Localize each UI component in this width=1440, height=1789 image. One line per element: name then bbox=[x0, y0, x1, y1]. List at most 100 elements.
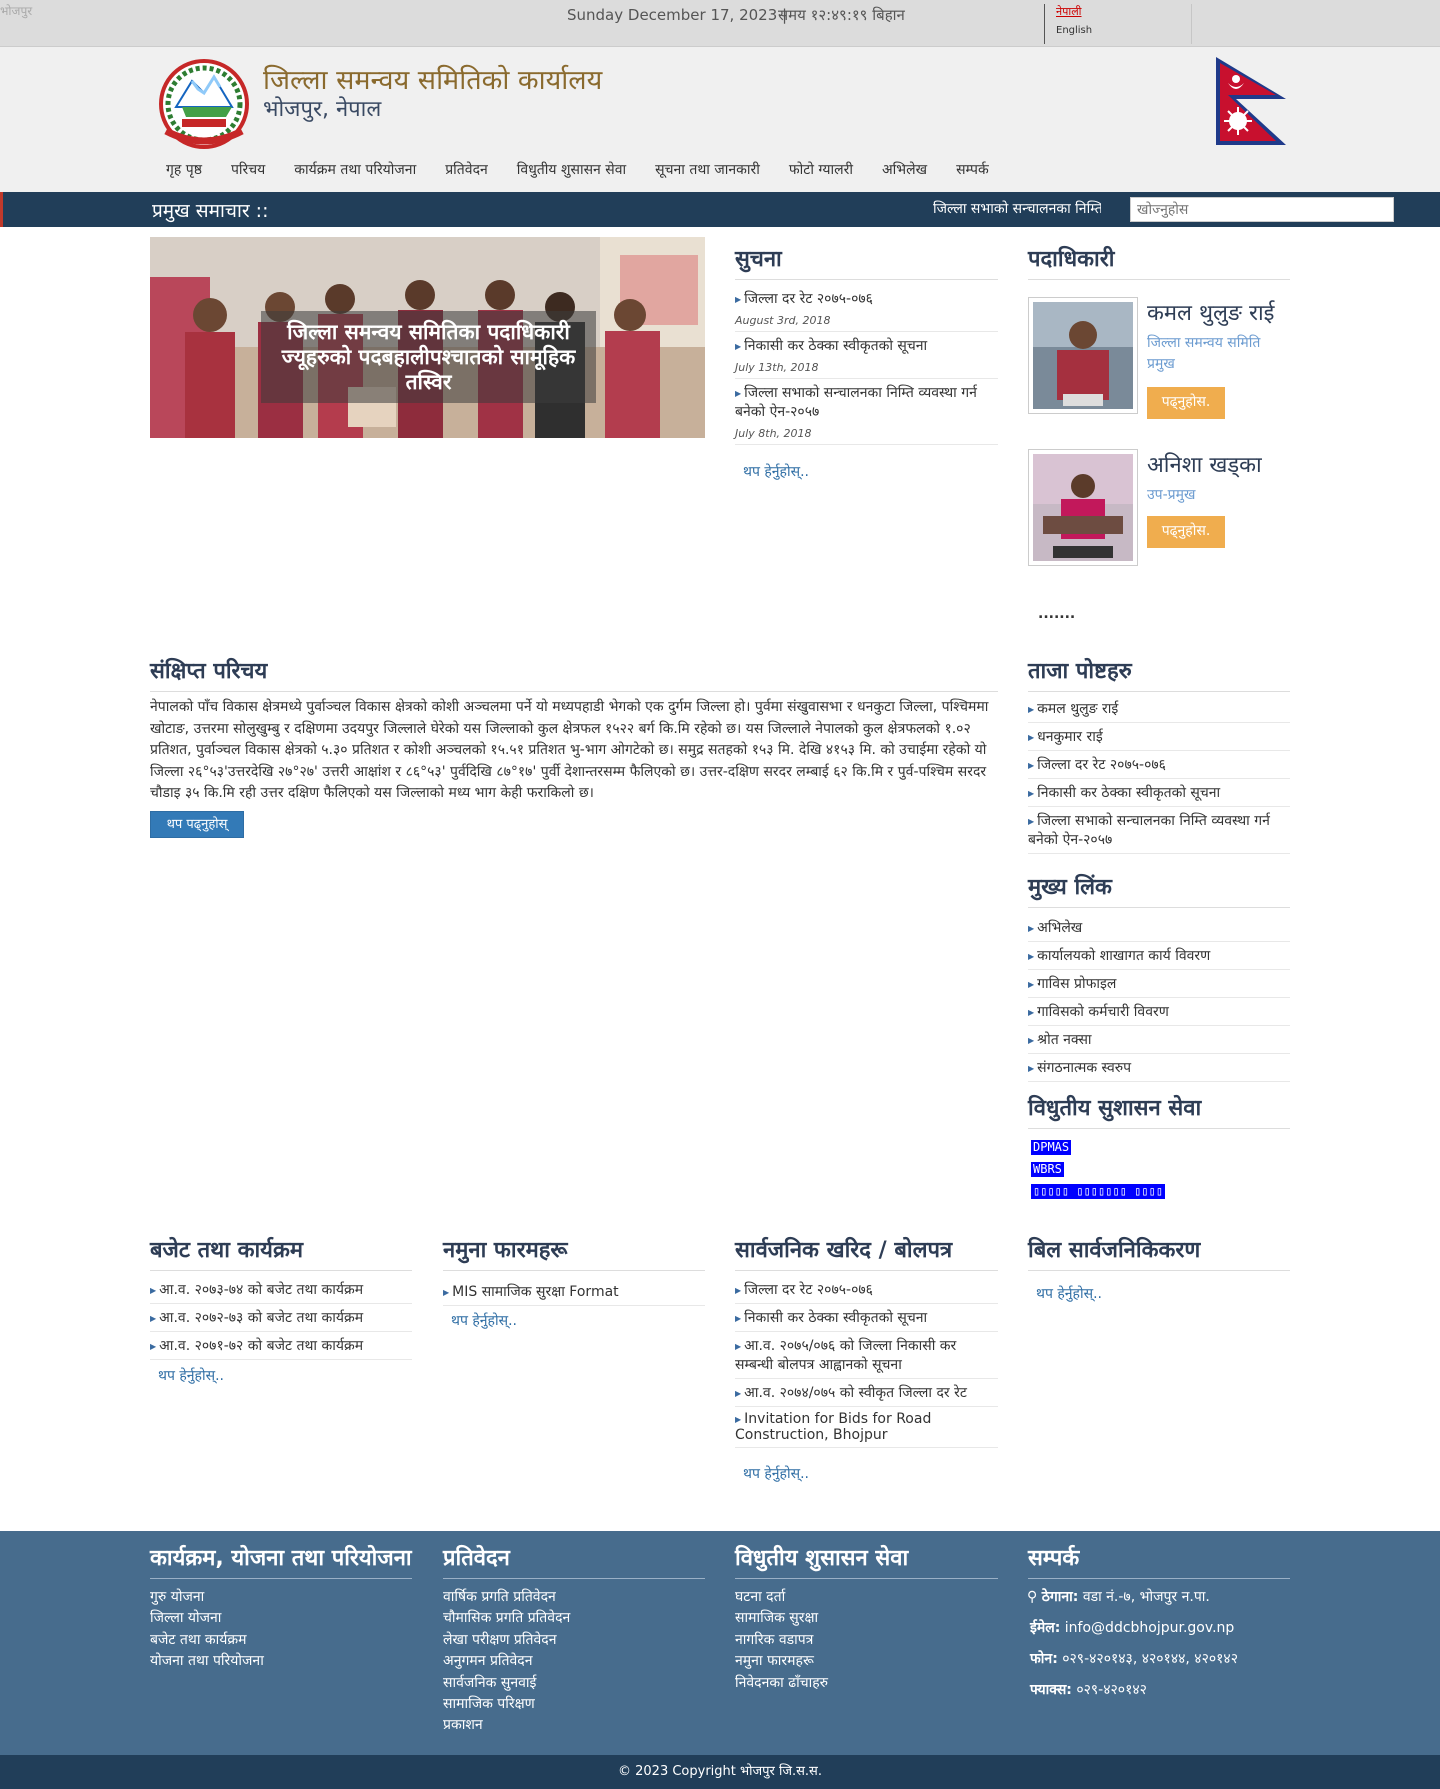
nav-item[interactable]: गृह पृष्ठ bbox=[152, 160, 217, 179]
bullet-icon: ▶ bbox=[1028, 732, 1035, 742]
list-item-link[interactable]: निकासी कर ठेक्का स्वीकृतको सूचना bbox=[1037, 785, 1220, 801]
lang-nepali-link[interactable]: नेपाली bbox=[1056, 4, 1191, 19]
lang-english-link[interactable]: English bbox=[1056, 25, 1191, 36]
footer-link[interactable]: जिल्ला योजना bbox=[150, 1608, 264, 1629]
footer-link[interactable]: सामाजिक परिक्षण bbox=[443, 1694, 570, 1715]
bullet-icon: ▶ bbox=[1028, 1035, 1035, 1045]
list-item[interactable]: ▶ निकासी कर ठेक्का स्वीकृतको सूचना July 13… bbox=[735, 332, 998, 379]
list-item-link[interactable]: अभिलेख bbox=[1037, 920, 1082, 936]
list-item[interactable]: ▶ गाविसको कर्मचारी विवरण bbox=[1028, 998, 1290, 1026]
list-item[interactable]: ▶ संगठनात्मक स्वरुप bbox=[1028, 1054, 1290, 1082]
list-item-link[interactable]: धनकुमार राई bbox=[1037, 729, 1103, 745]
notices-more-link[interactable]: थप हेर्नुहोस्.. bbox=[743, 462, 809, 481]
list-item-link[interactable]: जिल्ला दर रेट २०७५-०७६ bbox=[1037, 757, 1166, 773]
footer-link[interactable]: सार्वजनिक सुनवाई bbox=[443, 1673, 570, 1694]
nav-item[interactable]: अभिलेख bbox=[868, 160, 942, 179]
footer-link[interactable]: लेखा परीक्षण प्रतिवेदन bbox=[443, 1630, 570, 1651]
nav-item[interactable]: फोटो ग्यालरी bbox=[775, 160, 868, 179]
footer-link[interactable]: गुरु योजना bbox=[150, 1587, 264, 1608]
footer-link[interactable]: निवेदनका ढाँचाहरु bbox=[735, 1673, 828, 1694]
footer-link[interactable]: बजेट तथा कार्यक्रम bbox=[150, 1630, 264, 1651]
footer-link[interactable]: घटना दर्ता bbox=[735, 1587, 828, 1608]
list-item[interactable]: ▶ जिल्ला सभाको सन्चालनका निम्ति व्यवस्था … bbox=[735, 379, 998, 445]
official-read-button[interactable]: पढ्नुहोस. bbox=[1147, 387, 1225, 419]
official-photo[interactable] bbox=[1028, 297, 1138, 414]
list-item[interactable]: ▶ Invitation for Bids for Road Constructi… bbox=[735, 1407, 998, 1448]
official-name[interactable]: अनिशा खड्का bbox=[1147, 449, 1262, 479]
list-item-link[interactable]: आ.व. २०७३-७४ को बजेट तथा कार्यक्रम bbox=[159, 1282, 363, 1298]
list-item[interactable]: ▶ कार्यालयको शाखागत कार्य विवरण bbox=[1028, 942, 1290, 970]
list-item-link[interactable]: कमल थुलुङ राई bbox=[1037, 701, 1118, 717]
nav-item[interactable]: कार्यक्रम तथा परियोजना bbox=[280, 160, 431, 179]
list-item[interactable]: ▶ जिल्ला दर रेट २०७५-०७६ August 3rd, 2018 bbox=[735, 285, 998, 332]
nav-item[interactable]: प्रतिवेदन bbox=[431, 160, 503, 179]
list-item-link[interactable]: आ.व. २०७२-७३ को बजेट तथा कार्यक्रम bbox=[159, 1310, 363, 1326]
ticker-message[interactable]: जिल्ला सभाको सन्चालनका निम्ति व्यवस्था ग… bbox=[933, 199, 1101, 218]
list-item-link[interactable]: श्रोत नक्सा bbox=[1037, 1032, 1091, 1048]
budget-more-link[interactable]: थप हेर्नुहोस्.. bbox=[158, 1366, 224, 1385]
footer-link[interactable]: नमुना फारमहरू bbox=[735, 1651, 828, 1672]
egov-link-dpmas[interactable]: DPMAS bbox=[1031, 1140, 1072, 1155]
list-item[interactable]: ▶ धनकुमार राई bbox=[1028, 723, 1290, 751]
list-item[interactable]: ▶ MIS सामाजिक सुरक्षा Format bbox=[443, 1278, 705, 1306]
list-item[interactable]: ▶ अभिलेख bbox=[1028, 914, 1290, 942]
list-item-link[interactable]: कार्यालयको शाखागत कार्य विवरण bbox=[1037, 948, 1210, 964]
nav-item[interactable]: सूचना तथा जानकारी bbox=[641, 160, 775, 179]
official-read-button[interactable]: पढ्नुहोस. bbox=[1147, 516, 1225, 548]
egov-link-third[interactable]: ▯▯▯▯▯ ▯▯▯▯▯▯▯ ▯▯▯▯ bbox=[1031, 1184, 1166, 1199]
list-item-link[interactable]: जिल्ला दर रेट २०७५-०७६ bbox=[744, 1282, 873, 1298]
list-item[interactable]: ▶ जिल्ला दर रेट २०७५-०७६ bbox=[1028, 751, 1290, 779]
list-item[interactable]: ▶ निकासी कर ठेक्का स्वीकृतको सूचना bbox=[735, 1304, 998, 1332]
footer-link[interactable]: योजना तथा परियोजना bbox=[150, 1651, 264, 1672]
footer-link[interactable]: नागरिक वडापत्र bbox=[735, 1630, 828, 1651]
list-item[interactable]: ▶ आ.व. २०७१-७२ को बजेट तथा कार्यक्रम bbox=[150, 1332, 412, 1360]
main-links-list: ▶ अभिलेख ▶ कार्यालयको शाखागत कार्य विवरण ▶ गा… bbox=[1028, 914, 1290, 1082]
list-item[interactable]: ▶ आ.व. २०७५/०७६ को जिल्ला निकासी कर सम्बन… bbox=[735, 1332, 998, 1379]
list-item[interactable]: ▶ जिल्ला सभाको सन्चालनका निम्ति व्यवस्था … bbox=[1028, 807, 1290, 854]
footer-link[interactable]: प्रकाशन bbox=[443, 1715, 570, 1736]
bullet-icon: ▶ bbox=[1028, 816, 1035, 826]
forms-more-link[interactable]: थप हेर्नुहोस्.. bbox=[451, 1311, 517, 1330]
list-item-link[interactable]: जिल्ला सभाको सन्चालनका निम्ति व्यवस्था ग… bbox=[735, 385, 977, 420]
procurement-more-link[interactable]: थप हेर्नुहोस्.. bbox=[743, 1464, 809, 1483]
list-item[interactable]: ▶ श्रोत नक्सा bbox=[1028, 1026, 1290, 1054]
footer-link[interactable]: अनुगमन प्रतिवेदन bbox=[443, 1651, 570, 1672]
footer-email: ईमेल: info@ddcbhojpur.gov.np bbox=[1030, 1618, 1234, 1637]
list-item[interactable]: ▶ आ.व. २०७४/०७५ को स्वीकृत जिल्ला दर रेट bbox=[735, 1379, 998, 1407]
list-item-link[interactable]: आ.व. २०७१-७२ को बजेट तथा कार्यक्रम bbox=[159, 1338, 363, 1354]
list-item-link[interactable]: आ.व. २०७५/०७६ को जिल्ला निकासी कर सम्बन्… bbox=[735, 1338, 956, 1373]
photo-slider[interactable]: जिल्ला समन्वय समितिका पदाधिकारी ज्यूहरुक… bbox=[150, 237, 705, 438]
list-item-link[interactable]: MIS सामाजिक सुरक्षा Format bbox=[452, 1284, 619, 1300]
search-input[interactable] bbox=[1130, 197, 1394, 222]
list-item-link[interactable]: संगठनात्मक स्वरुप bbox=[1037, 1060, 1131, 1076]
list-item[interactable]: ▶ कमल थुलुङ राई bbox=[1028, 695, 1290, 723]
nav-item[interactable]: सम्पर्क bbox=[942, 160, 1004, 179]
officials-more-link[interactable]: ....... bbox=[1038, 606, 1075, 622]
list-item[interactable]: ▶ आ.व. २०७३-७४ को बजेट तथा कार्यक्रम bbox=[150, 1276, 412, 1304]
broken-image-alt: भोजपुर bbox=[0, 4, 33, 18]
official-photo[interactable] bbox=[1028, 449, 1138, 566]
list-item-link[interactable]: निकासी कर ठेक्का स्वीकृतको सूचना bbox=[744, 338, 927, 354]
list-item[interactable]: ▶ जिल्ला दर रेट २०७५-०७६ bbox=[735, 1276, 998, 1304]
footer-link[interactable]: वार्षिक प्रगति प्रतिवेदन bbox=[443, 1587, 570, 1608]
nav-item[interactable]: विधुतीय शुसासन सेवा bbox=[503, 160, 641, 179]
list-item-link[interactable]: निकासी कर ठेक्का स्वीकृतको सूचना bbox=[744, 1310, 927, 1326]
list-item-link[interactable]: गाविस प्रोफाइल bbox=[1037, 976, 1116, 992]
read-more-button[interactable]: थप पढ्नुहोस् bbox=[150, 811, 244, 838]
list-item-link[interactable]: आ.व. २०७४/०७५ को स्वीकृत जिल्ला दर रेट bbox=[744, 1385, 967, 1401]
official-name[interactable]: कमल थुलुङ राई bbox=[1147, 297, 1274, 327]
list-item-link[interactable]: जिल्ला दर रेट २०७५-०७६ bbox=[744, 291, 873, 307]
list-item-link[interactable]: Invitation for Bids for Road Constructio… bbox=[735, 1411, 931, 1443]
egov-link-wbrs[interactable]: WBRS bbox=[1031, 1162, 1064, 1177]
list-item-link[interactable]: जिल्ला सभाको सन्चालनका निम्ति व्यवस्था ग… bbox=[1028, 813, 1270, 848]
bills-more-link[interactable]: थप हेर्नुहोस्.. bbox=[1036, 1284, 1102, 1303]
list-item[interactable]: ▶ निकासी कर ठेक्का स्वीकृतको सूचना bbox=[1028, 779, 1290, 807]
footer-link[interactable]: सामाजिक सुरक्षा bbox=[735, 1608, 828, 1629]
list-item-link[interactable]: गाविसको कर्मचारी विवरण bbox=[1037, 1004, 1169, 1020]
nepal-emblem-logo[interactable] bbox=[152, 59, 256, 149]
nav-item[interactable]: परिचय bbox=[217, 160, 280, 179]
list-item[interactable]: ▶ गाविस प्रोफाइल bbox=[1028, 970, 1290, 998]
email-link[interactable]: info@ddcbhojpur.gov.np bbox=[1065, 1620, 1234, 1636]
list-item[interactable]: ▶ आ.व. २०७२-७३ को बजेट तथा कार्यक्रम bbox=[150, 1304, 412, 1332]
footer-link[interactable]: चौमासिक प्रगति प्रतिवेदन bbox=[443, 1608, 570, 1629]
